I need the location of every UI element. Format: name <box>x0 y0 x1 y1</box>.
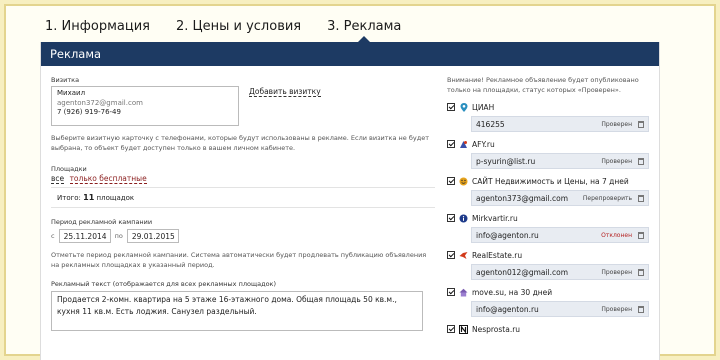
period-to-input[interactable]: 29.01.2015 <box>126 229 179 243</box>
bird-logo-icon <box>459 251 468 260</box>
map-pin-icon <box>459 102 468 112</box>
trash-icon[interactable] <box>638 268 644 276</box>
card-name: Михаил <box>57 89 86 97</box>
site-status: Отклонен <box>601 231 632 239</box>
total-prefix: Итого: <box>57 194 81 202</box>
trash-icon[interactable] <box>638 305 644 313</box>
site-status: Проверен <box>601 157 632 165</box>
period-to-label: по <box>114 232 123 240</box>
card-phone: 7 (926) 919-76-49 <box>57 108 121 116</box>
smile-logo-icon <box>459 177 468 186</box>
left-column: Визитка Михаил agenton372@gmail.com 7 (9… <box>51 76 435 331</box>
trash-icon[interactable] <box>638 120 644 128</box>
total-count: 11 <box>83 193 95 202</box>
afy-logo-icon <box>459 140 468 149</box>
site-status: Проверен <box>601 120 632 128</box>
site-status: Перепроверить <box>582 194 632 202</box>
ad-text-textarea[interactable]: Продается 2-комн. квартира на 5 этаже 16… <box>51 291 423 331</box>
trash-icon[interactable] <box>638 194 644 202</box>
business-card-select[interactable]: Михаил agenton372@gmail.com 7 (926) 919-… <box>51 86 239 126</box>
site-account-value: agenton012@gmail.com <box>476 267 569 277</box>
period-section: Период рекламной кампании с 25.11.2014 п… <box>51 218 435 270</box>
site-checkbox[interactable] <box>447 177 455 185</box>
panel-title: Реклама <box>41 42 659 66</box>
site-name: move.su, на 30 дней <box>472 287 553 297</box>
site-checkbox[interactable] <box>447 325 455 333</box>
card-hint: Выберите визитную карточку с телефонами,… <box>51 134 429 152</box>
platforms-label: Площадки <box>51 165 87 173</box>
site-account-field[interactable]: info@agenton.ru Проверен <box>471 301 649 317</box>
site-account-value: info@agenton.ru <box>476 230 539 240</box>
platforms-section: Площадки все только бесплатные <box>51 165 435 184</box>
advertising-panel: Реклама Визитка Михаил agenton372@gmail.… <box>40 42 660 360</box>
site-name: ЦИАН <box>472 102 495 112</box>
site-name: Nesprosta.ru <box>472 324 521 334</box>
site-checkbox[interactable] <box>447 140 455 148</box>
ad-text-label: Рекламный текст (отображается для всех р… <box>51 280 277 288</box>
site-name: Mirkvartir.ru <box>472 213 518 223</box>
site-account-value: p-syurin@list.ru <box>476 156 536 166</box>
site-name: САЙТ Недвижимость и Цены, на 7 дней <box>472 176 629 186</box>
n-logo-icon <box>459 324 468 334</box>
site-account-field[interactable]: agenton012@gmail.com Проверен <box>471 264 649 280</box>
site-checkbox[interactable] <box>447 103 455 111</box>
site-item: AFY.ru p-syurin@list.ru Проверен <box>447 138 655 169</box>
platforms-free-link[interactable]: только бесплатные <box>69 174 147 184</box>
site-item: Nesprosta.ru <box>447 323 655 335</box>
site-account-value: 416255 <box>476 119 505 129</box>
total-suffix: площадок <box>96 194 135 202</box>
period-row: с 25.11.2014 по 29.01.2015 <box>51 229 435 243</box>
site-account-field[interactable]: info@agenton.ru Отклонен <box>471 227 649 243</box>
platforms-total: Итого: 11 площадок <box>51 187 435 208</box>
site-status: Проверен <box>601 305 632 313</box>
add-card-link[interactable]: Добавить визитку <box>249 87 321 97</box>
info-circle-icon <box>459 214 468 223</box>
period-label: Период рекламной кампании <box>51 218 153 226</box>
site-name: AFY.ru <box>472 139 495 149</box>
sites-notice: Внимание! Рекламное объявление будет опу… <box>447 76 639 94</box>
site-item: ЦИАН 416255 Проверен <box>447 101 655 132</box>
site-checkbox[interactable] <box>447 214 455 222</box>
tab-advertising[interactable]: 3. Реклама <box>324 19 404 34</box>
site-name: RealEstate.ru <box>472 250 523 260</box>
site-account-field[interactable]: 416255 Проверен <box>471 116 649 132</box>
window-frame: 1. Информация 2. Цены и условия 3. Рекла… <box>4 4 716 360</box>
site-checkbox[interactable] <box>447 288 455 296</box>
house-logo-icon <box>459 288 468 297</box>
period-from-label: с <box>51 232 55 240</box>
trash-icon[interactable] <box>638 231 644 239</box>
card-email: agenton372@gmail.com <box>57 98 143 107</box>
tab-prices-conditions[interactable]: 2. Цены и условия <box>173 19 304 34</box>
site-account-value: info@agenton.ru <box>476 304 539 314</box>
site-item: Mirkvartir.ru info@agenton.ru Отклонен <box>447 212 655 243</box>
site-status: Проверен <box>601 268 632 276</box>
platforms-filter: все только бесплатные <box>51 174 435 184</box>
card-label: Визитка <box>51 76 80 84</box>
tab-information[interactable]: 1. Информация <box>42 19 153 34</box>
site-account-field[interactable]: agenton373@gmail.com Перепроверить <box>471 190 649 206</box>
step-tabs: 1. Информация 2. Цены и условия 3. Рекла… <box>42 12 404 40</box>
site-item: САЙТ Недвижимость и Цены, на 7 дней agen… <box>447 175 655 206</box>
site-item: move.su, на 30 дней info@agenton.ru Пров… <box>447 286 655 317</box>
sites-column: Внимание! Рекламное объявление будет опу… <box>447 76 655 335</box>
trash-icon[interactable] <box>638 157 644 165</box>
site-checkbox[interactable] <box>447 251 455 259</box>
site-account-value: agenton373@gmail.com <box>476 193 569 203</box>
platforms-all-link[interactable]: все <box>51 174 65 184</box>
period-hint: Отметьте период рекламной кампании. Сист… <box>51 251 427 269</box>
site-account-field[interactable]: p-syurin@list.ru Проверен <box>471 153 649 169</box>
period-from-input[interactable]: 25.11.2014 <box>58 229 111 243</box>
site-item: RealEstate.ru agenton012@gmail.com Прове… <box>447 249 655 280</box>
